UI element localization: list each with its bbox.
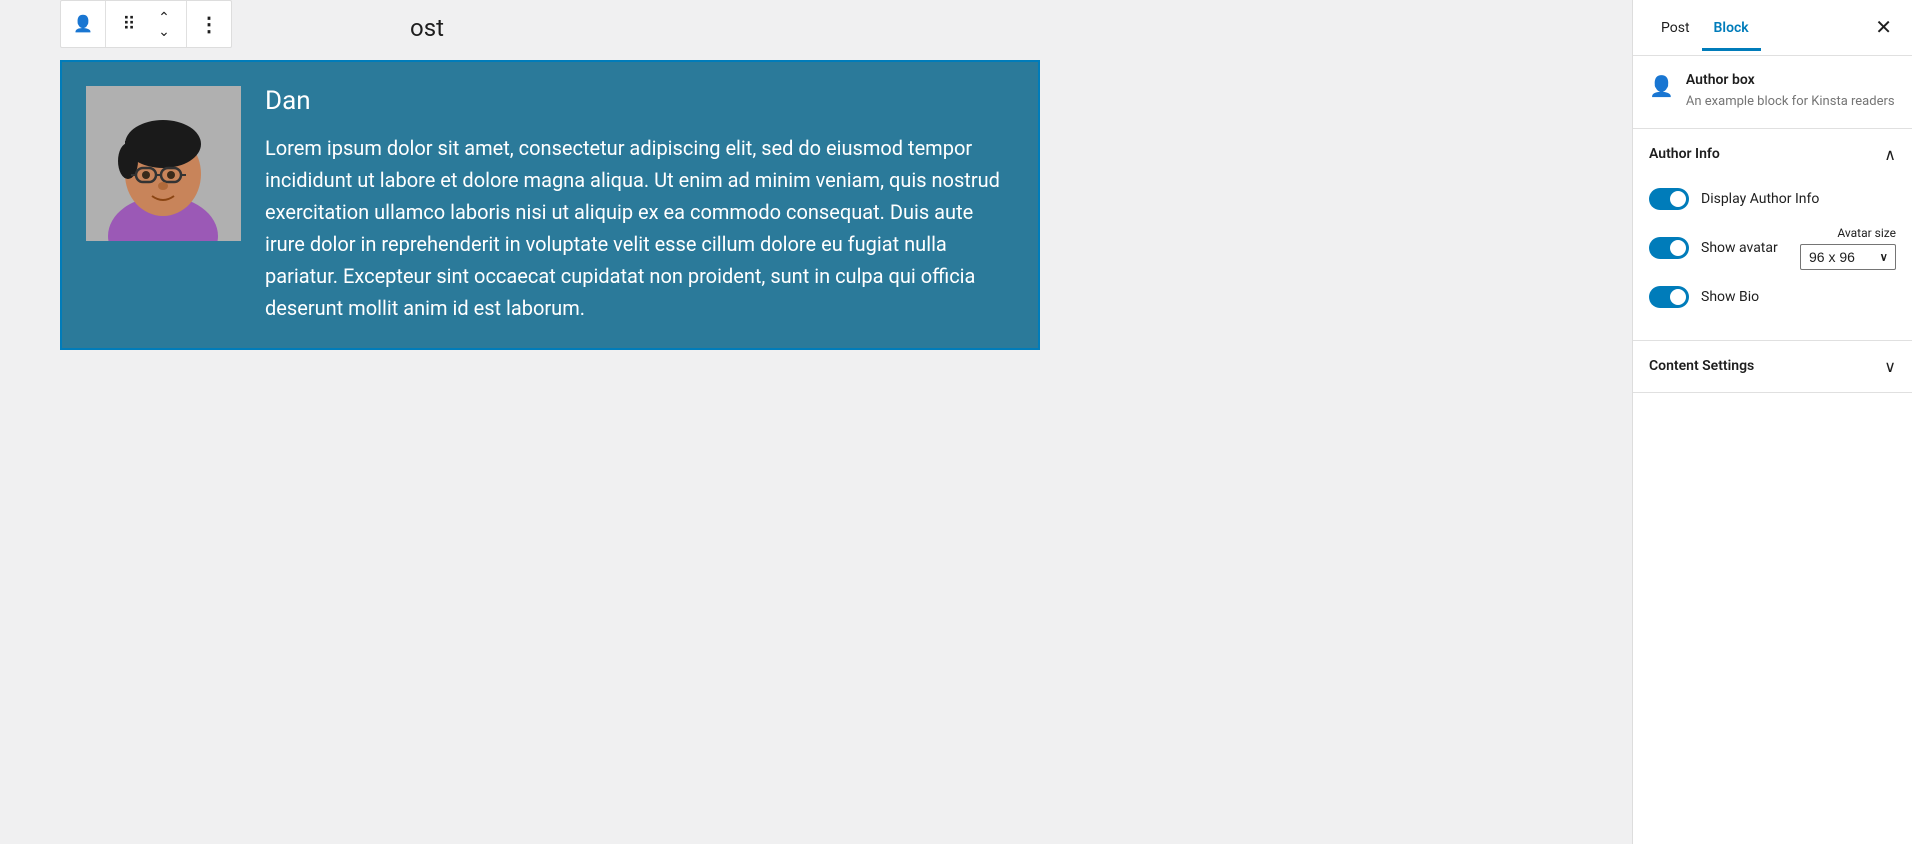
- author-bio: Lorem ipsum dolor sit amet, consectetur …: [265, 132, 1014, 324]
- author-avatar: [86, 86, 241, 241]
- avatar-size-extra: Avatar size 48 x 48 64 x 64 96 x 96 128 …: [1800, 226, 1896, 270]
- author-info-panel: Author Info ∧ Display Author Info: [1633, 129, 1912, 341]
- up-down-arrow-icon: ⌃⌄: [158, 10, 170, 38]
- toggle-slider-display-author: [1649, 188, 1689, 210]
- show-avatar-section: Show avatar Avatar size 48 x 48 64 x 64 …: [1649, 226, 1896, 270]
- author-name: Dan: [265, 86, 1014, 116]
- drag-icon: ⠿: [122, 14, 133, 35]
- author-content: Dan Lorem ipsum dolor sit amet, consecte…: [265, 86, 1014, 324]
- author-info-panel-header[interactable]: Author Info ∧: [1633, 129, 1912, 180]
- block-toolbar: 👤 ⠿ ⌃⌄ ⋮: [60, 0, 232, 48]
- show-bio-toggle[interactable]: [1649, 286, 1689, 308]
- toggle-slider-show-avatar: [1649, 237, 1689, 259]
- block-description: An example block for Kinsta readers: [1686, 92, 1895, 112]
- person-icon: 👤: [73, 14, 93, 34]
- chevron-up-icon: ∧: [1884, 145, 1896, 164]
- show-avatar-toggle[interactable]: [1649, 237, 1689, 259]
- author-info-panel-body: Display Author Info Show avatar Avatar s…: [1633, 180, 1912, 340]
- block-info-section: 👤 Author box An example block for Kinsta…: [1633, 56, 1912, 129]
- move-up-down-button[interactable]: ⌃⌄: [146, 6, 182, 42]
- tab-block[interactable]: Block: [1702, 4, 1761, 51]
- ellipsis-vertical-icon: ⋮: [199, 12, 219, 37]
- toolbar-drag-group: ⠿ ⌃⌄: [106, 1, 187, 47]
- author-box-block: Dan Lorem ipsum dolor sit amet, consecte…: [60, 60, 1040, 350]
- avatar-size-label: Avatar size: [1800, 226, 1896, 240]
- block-title: Author box: [1686, 72, 1895, 88]
- tab-post[interactable]: Post: [1649, 4, 1702, 51]
- more-options-button[interactable]: ⋮: [191, 6, 227, 42]
- author-info-panel-title: Author Info: [1649, 146, 1720, 162]
- display-author-info-toggle[interactable]: [1649, 188, 1689, 210]
- sidebar-header: Post Block ✕: [1633, 0, 1912, 56]
- editor-area: 👤 ⠿ ⌃⌄ ⋮ ost: [0, 0, 1632, 844]
- block-type-button[interactable]: 👤: [65, 6, 101, 42]
- show-bio-label: Show Bio: [1701, 289, 1896, 305]
- show-bio-row: Show Bio: [1649, 286, 1896, 308]
- post-title-hint: ost: [410, 14, 444, 42]
- toolbar-more-group: ⋮: [187, 1, 231, 47]
- block-icon: 👤: [1649, 74, 1674, 98]
- sidebar: Post Block ✕ 👤 Author box An example blo…: [1632, 0, 1912, 844]
- show-avatar-label: Show avatar: [1701, 240, 1800, 256]
- show-avatar-row: Show avatar Avatar size 48 x 48 64 x 64 …: [1649, 226, 1896, 270]
- content-settings-title: Content Settings: [1649, 358, 1884, 374]
- display-author-info-label: Display Author Info: [1701, 191, 1896, 207]
- close-button[interactable]: ✕: [1871, 11, 1896, 44]
- avatar-size-group: Avatar size 48 x 48 64 x 64 96 x 96 128 …: [1800, 226, 1896, 270]
- avatar-size-select-wrapper: 48 x 48 64 x 64 96 x 96 128 x 128 ∨: [1800, 244, 1896, 270]
- drag-handle-button[interactable]: ⠿: [110, 6, 146, 42]
- toggle-slider-show-bio: [1649, 286, 1689, 308]
- toolbar-block-icon-group: 👤: [61, 1, 106, 47]
- block-info-text: Author box An example block for Kinsta r…: [1686, 72, 1895, 112]
- content-settings-panel-header[interactable]: Content Settings ∨: [1633, 341, 1912, 392]
- content-settings-panel: Content Settings ∨: [1633, 341, 1912, 393]
- chevron-down-icon: ∨: [1884, 357, 1896, 376]
- avatar-size-select[interactable]: 48 x 48 64 x 64 96 x 96 128 x 128: [1800, 244, 1896, 270]
- display-author-info-row: Display Author Info: [1649, 188, 1896, 210]
